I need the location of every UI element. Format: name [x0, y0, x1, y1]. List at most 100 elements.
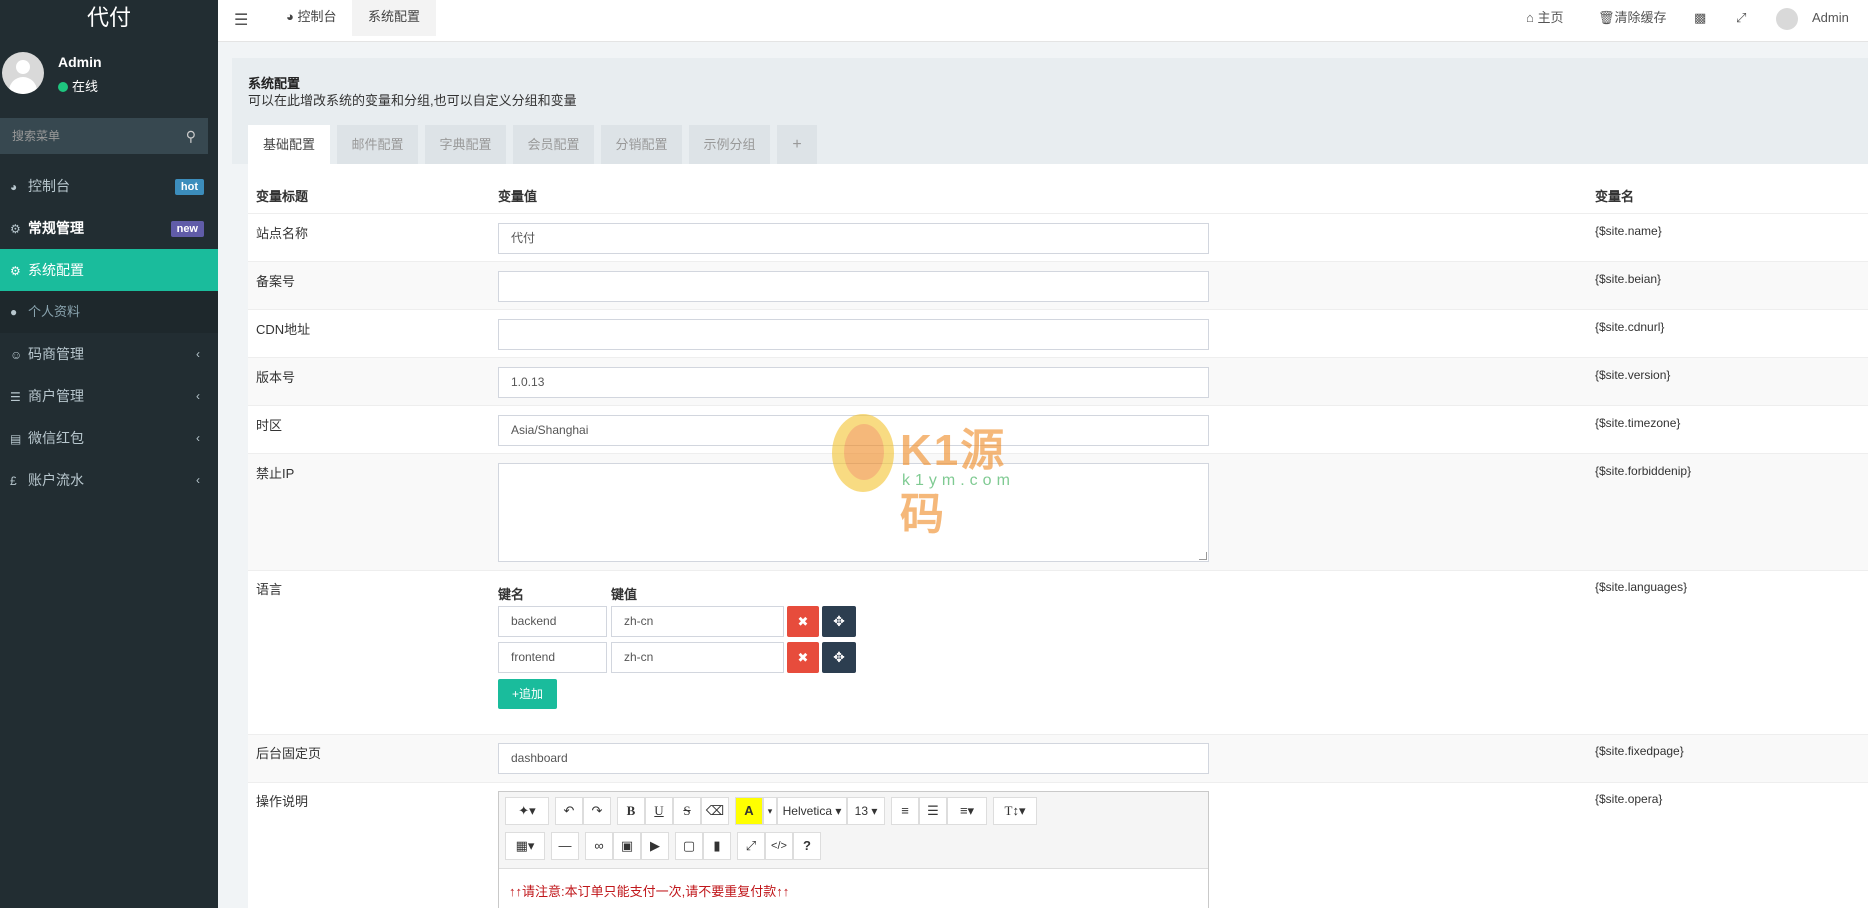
site-name-input[interactable]: 代付 [498, 223, 1209, 254]
append-button[interactable]: +追加 [498, 679, 557, 709]
row-label: 后台固定页 [256, 746, 322, 761]
color-dropdown-icon[interactable]: ▾ [763, 797, 777, 825]
row-var: {$site.fixedpage} [1595, 744, 1684, 758]
remove-row-button[interactable]: ✖ [787, 642, 819, 673]
bold-icon[interactable]: B [617, 797, 645, 825]
lang-key-input[interactable]: frontend [498, 642, 607, 673]
editor-content[interactable]: ↑↑请注意:本订单只能支付一次,请不要重复付款↑↑ [499, 868, 1208, 908]
drag-handle-icon[interactable]: ✥ [822, 606, 856, 637]
remove-row-button[interactable]: ✖ [787, 606, 819, 637]
search-input[interactable]: 搜索菜单 ⚲ [0, 118, 208, 154]
row-var: {$site.name} [1595, 224, 1662, 238]
sidebar-item-config[interactable]: ⚙ 系统配置 [0, 249, 218, 291]
lang-key-input[interactable]: backend [498, 606, 607, 637]
brand-logo[interactable]: 代付 [0, 0, 218, 36]
fixedpage-input[interactable]: dashboard [498, 743, 1209, 774]
font-family-select[interactable]: Helvetica ▾ [777, 797, 847, 825]
video-icon[interactable]: ▶ [641, 832, 669, 860]
row-var: {$site.opera} [1595, 792, 1663, 806]
cdn-input[interactable] [498, 319, 1209, 350]
row-var: {$site.cdnurl} [1595, 320, 1665, 334]
lang-value-input[interactable]: zh-cn [611, 642, 784, 673]
sidebar-item-general[interactable]: ⚙ 常规管理 new [0, 207, 218, 249]
text-color-icon[interactable]: A [735, 797, 763, 825]
help-icon[interactable]: ? [793, 832, 821, 860]
menu-toggle-icon[interactable]: ☰ [234, 10, 248, 30]
link-icon[interactable]: ∞ [585, 832, 613, 860]
chevron-left-icon: ‹ [196, 389, 200, 403]
search-icon[interactable]: ⚲ [186, 118, 196, 154]
version-input[interactable]: 1.0.13 [498, 367, 1209, 398]
editor-text: ↑↑请注意:本订单只能支付一次,请不要重复付款↑↑ [509, 884, 790, 899]
row-var: {$site.version} [1595, 368, 1671, 382]
sidebar-item-dashboard[interactable]: ◕ 控制台 hot [0, 165, 218, 207]
align-icon[interactable]: ≡▾ [947, 797, 987, 825]
font-family-value: Helvetica [782, 804, 832, 818]
tab-config[interactable]: 系统配置 [352, 0, 437, 36]
unordered-list-icon[interactable]: ≡ [891, 797, 919, 825]
avatar [2, 52, 44, 94]
hot-badge: hot [174, 179, 204, 195]
eraser-icon[interactable]: ⌫ [701, 797, 729, 825]
redo-icon[interactable]: ↷ [583, 797, 611, 825]
beian-input[interactable] [498, 271, 1209, 302]
new-badge: new [170, 221, 204, 237]
translate-icon[interactable]: ▩ [1694, 0, 1706, 36]
home-link[interactable]: ⌂ 主页 [1526, 0, 1563, 36]
search-placeholder: 搜索菜单 [12, 129, 61, 143]
file-icon[interactable]: ▮ [703, 832, 731, 860]
home-label: 主页 [1537, 10, 1564, 25]
underline-icon[interactable]: U [645, 797, 673, 825]
sidebar-item-redpacket[interactable]: ▤ 微信红包 ‹ [0, 417, 218, 459]
horizontal-rule-icon[interactable]: — [551, 832, 579, 860]
fullscreen-editor-icon[interactable]: ⤢ [737, 832, 765, 860]
cogs-icon: ⚙ [10, 222, 21, 236]
watermark-logo: K1源码 k1ym.com [832, 414, 1052, 539]
magic-style-icon[interactable]: ✦▾ [505, 797, 549, 825]
resize-handle-icon[interactable] [1199, 552, 1207, 560]
dashboard-icon: ◕ [286, 9, 298, 24]
row-label: 操作说明 [256, 794, 309, 809]
rich-text-editor: ✦▾ ↶ ↷ B U S ⌫ A ▾ Helvetica ▾ 13 ▾ ≡ ☰ … [498, 791, 1209, 908]
row-var: {$site.timezone} [1595, 416, 1681, 430]
drag-handle-icon[interactable]: ✥ [822, 642, 856, 673]
strikethrough-icon[interactable]: S [673, 797, 701, 825]
admin-menu[interactable]: Admin [1812, 0, 1849, 36]
row-label: 站点名称 [256, 226, 309, 241]
sidebar-item-profile[interactable]: ● 个人资料 [0, 291, 218, 333]
image-icon[interactable]: ▣ [613, 832, 641, 860]
topbar-avatar[interactable] [1776, 8, 1798, 30]
fullscreen-icon[interactable]: ⤢ [1736, 0, 1746, 36]
value-header: 键值 [611, 587, 638, 602]
line-height-icon[interactable]: T↕▾ [993, 797, 1037, 825]
undo-icon[interactable]: ↶ [555, 797, 583, 825]
add-group-button[interactable]: + [777, 125, 817, 164]
row-label: 版本号 [256, 370, 296, 385]
sidebar-item-ledger[interactable]: £ 账户流水 ‹ [0, 459, 218, 501]
clear-cache-button[interactable]: 🗑清除缓存 [1598, 0, 1667, 36]
sidebar-item-codemerchant[interactable]: ☺ 码商管理 ‹ [0, 333, 218, 375]
tab-distribution[interactable]: 分销配置 [601, 125, 682, 164]
lang-value-input[interactable]: zh-cn [611, 606, 784, 637]
tab-email[interactable]: 邮件配置 [337, 125, 418, 164]
tab-dictionary[interactable]: 字典配置 [425, 125, 506, 164]
tab-member[interactable]: 会员配置 [513, 125, 594, 164]
chevron-left-icon: ‹ [196, 431, 200, 445]
sidebar-item-label: 账户流水 [28, 472, 84, 488]
code-view-icon[interactable]: </> [765, 832, 793, 860]
watermark-circle-inner [844, 424, 884, 480]
tab-basic[interactable]: 基础配置 [248, 125, 330, 164]
user-status: 在线 [58, 76, 98, 95]
tab-example[interactable]: 示例分组 [689, 125, 770, 164]
ordered-list-icon[interactable]: ☰ [919, 797, 947, 825]
table-icon[interactable]: ▦▾ [505, 832, 545, 860]
sidebar-item-merchant[interactable]: ☰ 商户管理 ‹ [0, 375, 218, 417]
topbar: ☰ ◕ 控制台 系统配置 ⌂ 主页 🗑清除缓存 ▩ ⤢ Admin [218, 0, 1868, 42]
header-name: 变量名 [1595, 189, 1635, 204]
row-label: 时区 [256, 418, 283, 433]
tab-dashboard[interactable]: ◕ 控制台 [270, 0, 352, 36]
attachment-image-icon[interactable]: ▢ [675, 832, 703, 860]
font-size-select[interactable]: 13 ▾ [847, 797, 885, 825]
watermark-url: k1ym.com [902, 472, 1015, 489]
row-label: 备案号 [256, 274, 296, 289]
